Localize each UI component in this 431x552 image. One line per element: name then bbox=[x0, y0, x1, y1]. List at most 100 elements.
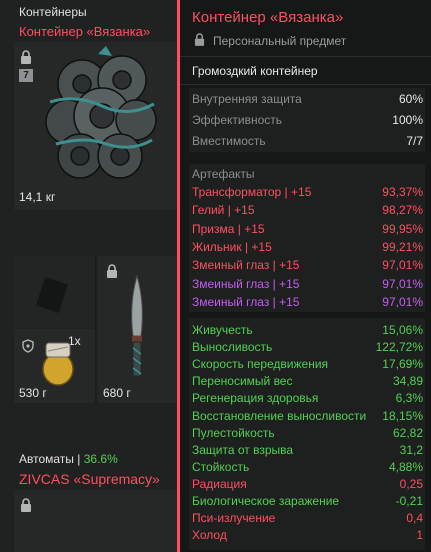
stat-row-value: 7/7 bbox=[406, 134, 423, 148]
effect-row-label: Регенерация здоровья bbox=[192, 391, 319, 406]
effect-row-label: Холод bbox=[192, 528, 227, 543]
stat-row-label: Вместимость bbox=[192, 134, 266, 148]
artifact-row: Жильник | +15 99,21% bbox=[192, 239, 423, 256]
effect-row: Пулестойкость 62,82 bbox=[192, 425, 423, 442]
effect-row-value: 122,72% bbox=[375, 340, 423, 355]
container-item-card[interactable]: 7 14,1 кг bbox=[14, 42, 180, 210]
effect-row-value: 4,88% bbox=[388, 459, 423, 474]
rifles-label: Автоматы | bbox=[19, 452, 84, 466]
divider bbox=[180, 84, 431, 85]
tooltip-subtitle: Персональный предмет bbox=[213, 34, 347, 48]
effect-row-value: -0,21 bbox=[395, 494, 423, 508]
tooltip-item-type: Громоздкий контейнер bbox=[192, 64, 318, 78]
artifact-row-value: 99,95% bbox=[382, 221, 423, 236]
effect-row: Биологическое заражение -0,21 bbox=[192, 493, 423, 510]
effect-row-value: 34,89 bbox=[392, 374, 423, 389]
effect-row: Живучесть 15,06% bbox=[192, 322, 423, 339]
stat-row: Вместимость 7/7 bbox=[192, 133, 423, 150]
stat-row-label: Эффективность bbox=[192, 113, 283, 127]
artifact-row: Призма | +15 99,95% bbox=[192, 221, 423, 238]
effect-row-value: 18,15% bbox=[382, 408, 423, 423]
artifact-row: Змеиный глаз | +15 97,01% bbox=[192, 276, 423, 293]
effect-row: Пси-излучение 0,4 bbox=[192, 510, 423, 527]
artifacts-header: Артефакты bbox=[192, 166, 423, 183]
effect-row: Выносливость 122,72% bbox=[192, 339, 423, 356]
artifacts-header-label: Артефакты bbox=[192, 167, 255, 181]
lock-icon bbox=[106, 264, 118, 278]
artifact-row: Трансформатор | +15 93,37% bbox=[192, 184, 423, 201]
artifact-row-value: 93,37% bbox=[382, 185, 423, 199]
effect-row-value: 6,3% bbox=[395, 391, 423, 406]
effect-row: Восстановление выносливости 18,15% bbox=[192, 408, 423, 425]
inventory-panel: Контейнеры Контейнер «Вязанка» 7 14,1 кг… bbox=[0, 0, 180, 552]
lock-icon bbox=[194, 33, 205, 46]
grenade-weight: 530 г bbox=[19, 386, 47, 400]
effect-row-label: Биологическое заражение bbox=[192, 494, 340, 508]
effect-row: Регенерация здоровья 6,3% bbox=[192, 390, 423, 407]
effect-row-label: Стойкость bbox=[192, 459, 250, 474]
grenade-image bbox=[42, 342, 74, 386]
effect-row: Холод 1 bbox=[192, 527, 423, 544]
stat-row-value: 100% bbox=[392, 113, 423, 127]
artifact-row-label: Призма | +15 bbox=[192, 221, 265, 236]
stat-row-label: Внутренняя защита bbox=[192, 92, 302, 106]
effect-row-label: Скорость передвижения bbox=[192, 357, 329, 372]
knife-weight: 680 г bbox=[103, 386, 131, 400]
effect-row-value: 17,69% bbox=[382, 357, 423, 372]
item-image bbox=[35, 277, 69, 313]
artifact-row-label: Трансформатор | +15 bbox=[192, 185, 312, 199]
knife-image bbox=[131, 274, 143, 377]
section-title-rifles: Автоматы | 36.6% bbox=[19, 452, 118, 466]
artifact-row-value: 97,01% bbox=[382, 276, 423, 291]
artifact-row-value: 98,27% bbox=[382, 203, 423, 218]
stat-row: Внутренняя защита 60% bbox=[192, 91, 423, 108]
effect-row-label: Защита от взрыва bbox=[192, 442, 294, 457]
lock-icon bbox=[20, 498, 32, 512]
effect-row-label: Пулестойкость bbox=[192, 425, 275, 440]
artifact-row: Гелий | +15 98,27% bbox=[192, 202, 423, 219]
container-weight: 14,1 кг bbox=[19, 190, 56, 204]
artifact-row-label: Гелий | +15 bbox=[192, 203, 255, 218]
effect-row-value: 0,4 bbox=[406, 511, 423, 526]
effect-row: Радиация 0,25 bbox=[192, 476, 423, 493]
item-card-empty[interactable] bbox=[14, 256, 96, 328]
effect-row-label: Радиация bbox=[192, 476, 247, 491]
tooltip-title: Контейнер «Вязанка» bbox=[192, 9, 344, 26]
artifact-row-label: Змеиный глаз | +15 bbox=[192, 276, 300, 291]
effect-row-value: 0,25 bbox=[399, 476, 423, 491]
artifact-row-value: 99,21% bbox=[382, 239, 423, 254]
capacity-badge: 7 bbox=[19, 69, 33, 82]
container-image bbox=[45, 46, 157, 179]
effect-row-value: 15,06% bbox=[382, 323, 423, 337]
effect-row: Защита от взрыва 31,2 bbox=[192, 442, 423, 459]
rifle-item-card[interactable] bbox=[14, 490, 180, 552]
artifact-row-label: Змеиный глаз | +15 bbox=[192, 258, 300, 273]
effect-row-value: 1 bbox=[416, 528, 423, 543]
lock-icon bbox=[20, 50, 32, 64]
artifact-row: Змеиный глаз | +15 97,01% bbox=[192, 294, 423, 311]
item-tooltip: Контейнер «Вязанка» Персональный предмет… bbox=[177, 0, 431, 552]
artifact-row: Змеиный глаз | +15 97,01% bbox=[192, 257, 423, 274]
item-card-grenade[interactable]: 1x 530 г bbox=[14, 329, 96, 403]
divider bbox=[180, 56, 431, 57]
stat-row: Эффективность 100% bbox=[192, 112, 423, 129]
effect-row: Скорость передвижения 17,69% bbox=[192, 356, 423, 373]
section-title-containers: Контейнеры bbox=[19, 5, 87, 19]
effect-row-value: 31,2 bbox=[399, 442, 423, 457]
effect-row-label: Пси-излучение bbox=[192, 511, 276, 526]
effect-row: Стойкость 4,88% bbox=[192, 459, 423, 476]
effect-row-label: Живучесть bbox=[192, 323, 253, 337]
item-card-knife[interactable]: 680 г bbox=[98, 256, 180, 403]
rifle-name[interactable]: ZIVCAS «Supremacy» bbox=[19, 471, 160, 487]
effect-row: Переносимый вес 34,89 bbox=[192, 373, 423, 390]
effect-row-label: Восстановление выносливости bbox=[192, 408, 367, 423]
effect-row-label: Переносимый вес bbox=[192, 374, 293, 389]
container-name[interactable]: Контейнер «Вязанка» bbox=[19, 24, 150, 39]
artifact-row-value: 97,01% bbox=[382, 258, 423, 273]
artifact-row-value: 97,01% bbox=[382, 294, 423, 309]
shield-icon bbox=[22, 339, 34, 353]
stat-row-value: 60% bbox=[398, 92, 423, 106]
effect-row-value: 62,82 bbox=[392, 425, 423, 440]
artifact-row-label: Змеиный глаз | +15 bbox=[192, 294, 300, 309]
effect-row-label: Выносливость bbox=[192, 340, 273, 355]
